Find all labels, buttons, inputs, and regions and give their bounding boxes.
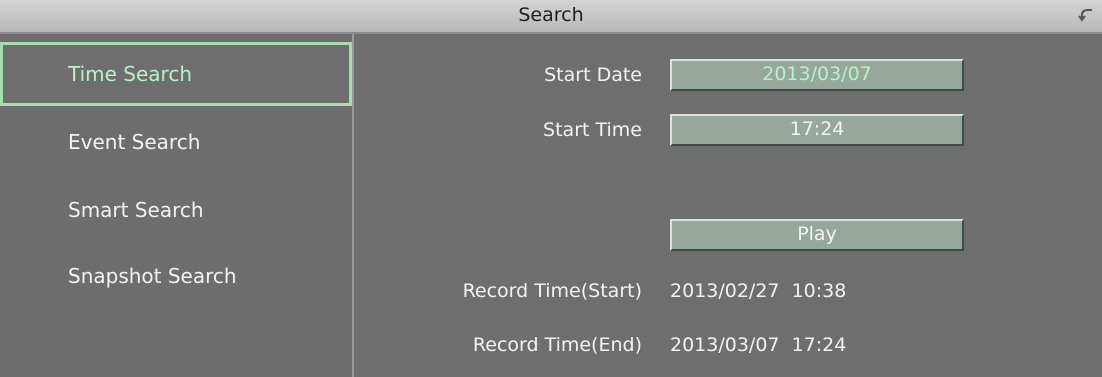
time-search-panel: Start Date 2013/03/07 Start Time 17:24 P…	[354, 34, 1102, 377]
play-button[interactable]: Play	[670, 219, 964, 251]
record-end-label: Record Time(End)	[472, 334, 642, 356]
sidebar-item-smart-search[interactable]: Smart Search	[0, 178, 352, 242]
start-date-label: Start Date	[544, 64, 642, 86]
sidebar-item-label: Event Search	[68, 130, 201, 154]
sidebar-item-label: Snapshot Search	[68, 264, 237, 288]
sidebar-item-event-search[interactable]: Event Search	[0, 110, 352, 174]
title-bar: Search	[0, 0, 1102, 34]
record-start-value: 2013/02/27 10:38	[670, 280, 847, 302]
search-type-sidebar: Time Search Event Search Smart Search Sn…	[0, 34, 354, 377]
sidebar-item-label: Time Search	[68, 62, 193, 86]
sidebar-item-time-search[interactable]: Time Search	[0, 42, 352, 106]
start-date-field[interactable]: 2013/03/07	[670, 59, 964, 91]
start-time-field[interactable]: 17:24	[670, 114, 964, 146]
return-icon[interactable]	[1078, 6, 1096, 24]
search-window: Search Time Search Event Search Smart Se…	[0, 0, 1102, 377]
sidebar-item-snapshot-search[interactable]: Snapshot Search	[0, 244, 352, 308]
window-title: Search	[518, 4, 584, 26]
start-time-label: Start Time	[543, 119, 642, 141]
record-start-label: Record Time(Start)	[462, 280, 642, 302]
sidebar-item-label: Smart Search	[68, 198, 204, 222]
record-end-value: 2013/03/07 17:24	[670, 334, 847, 356]
